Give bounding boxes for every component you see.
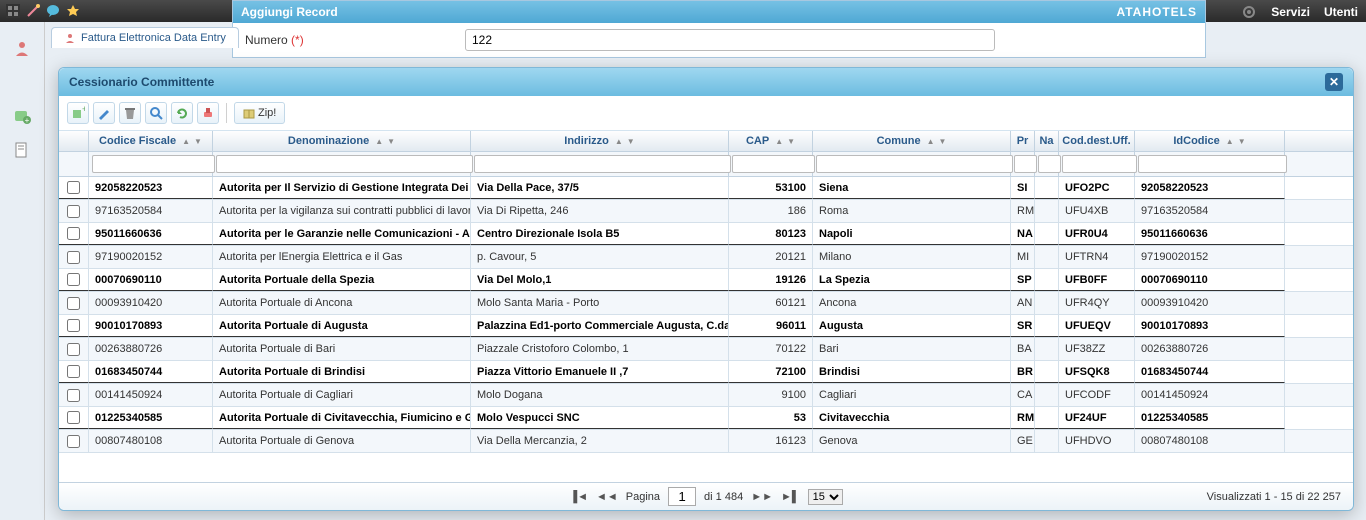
table-row[interactable]: 00070690110Autorita Portuale della Spezi… (59, 269, 1353, 292)
close-icon[interactable]: ✕ (1325, 73, 1343, 91)
table-row[interactable]: 01225340585Autorita Portuale di Civitave… (59, 407, 1353, 430)
table-row[interactable]: 97190020152Autorita per lEnergia Elettri… (59, 246, 1353, 269)
svg-text:+: + (82, 106, 85, 114)
zip-button[interactable]: Zip! (234, 102, 285, 124)
row-checkbox[interactable] (67, 435, 80, 448)
nav-servizi[interactable]: Servizi (1271, 5, 1310, 19)
popup-title: Cessionario Committente (69, 75, 214, 89)
grid-body[interactable]: 92058220523Autorita per Il Servizio di G… (59, 177, 1353, 482)
sidebar-user-icon[interactable] (8, 34, 36, 62)
col-denominazione[interactable]: Denominazione▼ (213, 131, 471, 151)
search-button[interactable] (145, 102, 167, 124)
pager-next[interactable]: ►► (751, 491, 773, 503)
col-cod-dest[interactable]: Cod.dest.Uff. (1059, 131, 1135, 151)
table-row[interactable]: 95011660636Autorita per le Garanzie nell… (59, 223, 1353, 246)
pager-first[interactable]: ▐◄ (569, 491, 588, 503)
table-row[interactable]: 00263880726Autorita Portuale di BariPiaz… (59, 338, 1353, 361)
pager-label: Pagina (626, 491, 660, 503)
table-row[interactable]: 00093910420Autorita Portuale di AnconaMo… (59, 292, 1353, 315)
cessionario-popup: Cessionario Committente ✕ + Zip! Codice … (58, 67, 1354, 511)
col-pr[interactable]: Pr (1011, 131, 1035, 151)
aggiungi-title: Aggiungi Record (241, 5, 338, 19)
delete-button[interactable] (119, 102, 141, 124)
row-checkbox[interactable] (67, 319, 80, 332)
grid-toolbar: + Zip! (59, 96, 1353, 131)
clear-button[interactable] (197, 102, 219, 124)
pager: ▐◄ ◄◄ Pagina di 1 484 ►► ►▌ 15 Visualizz… (59, 482, 1353, 510)
svg-text:+: + (25, 116, 30, 125)
pager-size[interactable]: 15 (808, 489, 843, 505)
col-codice-fiscale[interactable]: Codice Fiscale▼ (89, 131, 213, 151)
filter-cod[interactable] (1062, 155, 1137, 173)
row-checkbox[interactable] (67, 389, 80, 402)
nav-utenti[interactable]: Utenti (1324, 5, 1358, 19)
col-indirizzo[interactable]: Indirizzo▼ (471, 131, 729, 151)
sidebar-doc-icon[interactable] (8, 136, 36, 164)
col-cap[interactable]: CAP▼ (729, 131, 813, 151)
tab-fattura[interactable]: Fattura Elettronica Data Entry (51, 27, 239, 48)
filter-pr[interactable] (1014, 155, 1037, 173)
tab-icon (64, 32, 76, 44)
row-checkbox[interactable] (67, 181, 80, 194)
pager-last[interactable]: ►▌ (781, 491, 800, 503)
edit-button[interactable] (93, 102, 115, 124)
col-idcodice[interactable]: IdCodice▼ (1135, 131, 1285, 151)
row-checkbox[interactable] (67, 297, 80, 310)
filter-com[interactable] (816, 155, 1013, 173)
sidebar-add-icon[interactable]: + (8, 102, 36, 130)
refresh-button[interactable] (171, 102, 193, 124)
gear-icon[interactable] (1241, 4, 1257, 20)
row-checkbox[interactable] (67, 365, 80, 378)
wand-icon[interactable] (26, 4, 40, 18)
row-checkbox[interactable] (67, 205, 80, 218)
row-checkbox[interactable] (67, 343, 80, 356)
tab-label: Fattura Elettronica Data Entry (81, 32, 226, 44)
filter-den[interactable] (216, 155, 473, 173)
aggiungi-brand: ATAHOTELS (1116, 5, 1197, 19)
col-checkbox[interactable] (59, 131, 89, 151)
row-checkbox[interactable] (67, 273, 80, 286)
pager-page-input[interactable] (668, 487, 696, 506)
filter-cf[interactable] (92, 155, 215, 173)
table-row[interactable]: 00807480108Autorita Portuale di GenovaVi… (59, 430, 1353, 453)
table-row[interactable]: 90010170893Autorita Portuale di AugustaP… (59, 315, 1353, 338)
app-menu-icon[interactable] (6, 4, 20, 18)
table-row[interactable]: 00141450924Autorita Portuale di Cagliari… (59, 384, 1353, 407)
filter-na[interactable] (1038, 155, 1061, 173)
filter-ind[interactable] (474, 155, 731, 173)
col-na[interactable]: Na (1035, 131, 1059, 151)
table-row[interactable]: 01683450744Autorita Portuale di Brindisi… (59, 361, 1353, 384)
table-row[interactable]: 92058220523Autorita per Il Servizio di G… (59, 177, 1353, 200)
pager-status: Visualizzati 1 - 15 di 22 257 (1207, 491, 1341, 503)
star-icon[interactable] (66, 4, 80, 18)
grid-header: Codice Fiscale▼ Denominazione▼ Indirizzo… (59, 131, 1353, 152)
row-checkbox[interactable] (67, 411, 80, 424)
row-checkbox[interactable] (67, 251, 80, 264)
pager-of: di 1 484 (704, 491, 743, 503)
filter-idc[interactable] (1138, 155, 1287, 173)
add-button[interactable]: + (67, 102, 89, 124)
col-comune[interactable]: Comune▼ (813, 131, 1011, 151)
chat-icon[interactable] (46, 4, 60, 18)
filter-cap[interactable] (732, 155, 815, 173)
table-row[interactable]: 97163520584Autorita per la vigilanza sui… (59, 200, 1353, 223)
row-checkbox[interactable] (67, 227, 80, 240)
filter-row (59, 152, 1353, 177)
pager-prev[interactable]: ◄◄ (596, 491, 618, 503)
